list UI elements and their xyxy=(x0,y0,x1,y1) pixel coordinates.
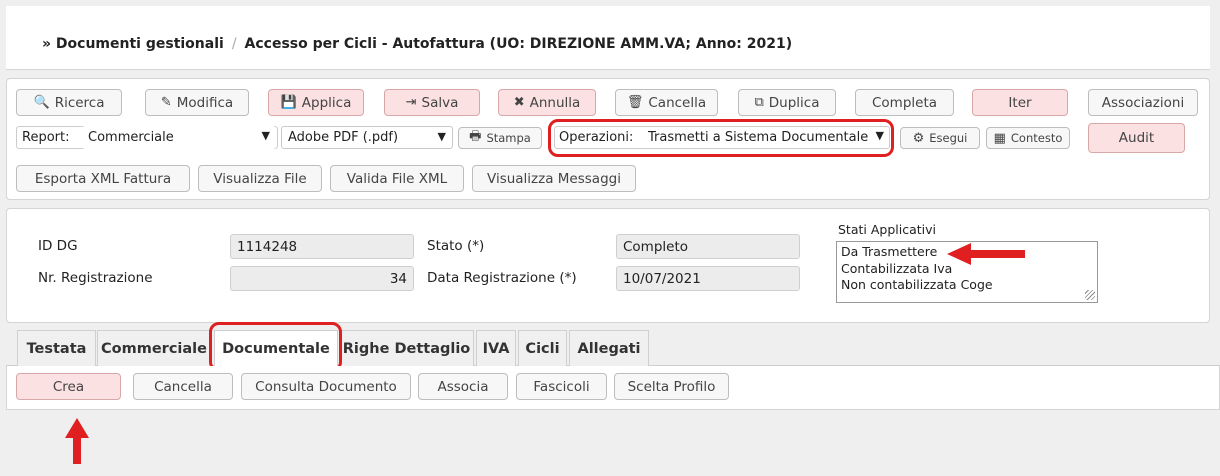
consulta-documento-button[interactable]: Consulta Documento xyxy=(241,373,411,400)
stato-label: Stato (*) xyxy=(427,238,485,254)
highlight-documentale xyxy=(209,322,342,372)
crea-button[interactable]: Crea xyxy=(16,373,121,400)
tab-testata[interactable]: Testata xyxy=(17,330,96,366)
breadcrumb: » Documenti gestionali / Accesso per Cicli… xyxy=(6,6,1210,70)
app-root: » Documenti gestionali / Accesso per Cicli… xyxy=(0,0,1220,476)
highlight-operazioni xyxy=(548,119,894,157)
nr-registrazione-field: 34 xyxy=(230,266,414,291)
modifica-button[interactable]: ✎ Modifica xyxy=(145,89,249,116)
tab-commerciale[interactable]: Commerciale xyxy=(97,330,211,366)
visualizza-file-button[interactable]: Visualizza File xyxy=(198,165,322,192)
stampa-button[interactable]: 🖶 Stampa xyxy=(458,127,542,149)
cancella-documento-button[interactable]: Cancella xyxy=(133,373,233,400)
completa-button[interactable]: Completa xyxy=(855,89,954,116)
arrow-up-icon xyxy=(65,418,89,464)
chevron-down-icon: ▼ xyxy=(261,129,270,142)
esporta-xml-button[interactable]: Esporta XML Fattura xyxy=(16,165,190,192)
audit-button[interactable]: Audit xyxy=(1088,123,1185,153)
trash-icon: 🗑 xyxy=(626,95,644,110)
valida-xml-button[interactable]: Valida File XML xyxy=(330,165,464,192)
breadcrumb-separator: / xyxy=(231,36,237,52)
pencil-icon: ✎ xyxy=(160,95,172,110)
ricerca-button[interactable]: 🔍 Ricerca xyxy=(16,89,122,116)
nr-registrazione-label: Nr. Registrazione xyxy=(38,270,153,286)
search-icon: 🔍 xyxy=(33,95,50,110)
data-registrazione-field: 10/07/2021 xyxy=(616,266,800,291)
cancel-disk-icon: ✖ xyxy=(513,95,525,110)
qr-code-icon: ▦ xyxy=(993,130,1006,146)
id-dg-label: ID DG xyxy=(38,238,78,254)
resize-grip-icon[interactable] xyxy=(1085,290,1095,300)
report-label: Report: xyxy=(22,130,70,145)
breadcrumb-parent[interactable]: » Documenti gestionali xyxy=(42,36,224,52)
arrow-left-icon xyxy=(947,243,1025,265)
tab-allegati[interactable]: Allegati xyxy=(569,330,649,366)
stati-applicativi-label: Stati Applicativi xyxy=(838,222,936,237)
duplica-button[interactable]: ⧉ Duplica xyxy=(738,89,836,116)
stato-field: Completo xyxy=(616,234,800,259)
data-registrazione-label: Data Registrazione (*) xyxy=(427,270,577,286)
associazioni-button[interactable]: Associazioni xyxy=(1088,89,1198,116)
format-select[interactable]: Adobe PDF (.pdf) ▼ xyxy=(281,126,453,149)
id-dg-field: 1114248 xyxy=(230,234,414,259)
visualizza-messaggi-button[interactable]: Visualizza Messaggi xyxy=(472,165,636,192)
fascicoli-button[interactable]: Fascicoli xyxy=(516,373,607,400)
iter-button[interactable]: Iter xyxy=(972,89,1068,116)
scelta-profilo-button[interactable]: Scelta Profilo xyxy=(614,373,729,400)
report-select[interactable]: Commerciale ▼ xyxy=(82,126,276,149)
salva-button[interactable]: ⇥ Salva xyxy=(384,89,480,116)
associa-button[interactable]: Associa xyxy=(418,373,508,400)
stato-item[interactable]: Non contabilizzata Coge xyxy=(841,277,1093,294)
contesto-button[interactable]: ▦ Contesto xyxy=(986,127,1070,149)
copy-icon: ⧉ xyxy=(754,95,764,110)
chevron-down-icon: ▼ xyxy=(437,130,446,143)
gear-icon: ⚙ xyxy=(912,130,925,146)
tab-cicli[interactable]: Cicli xyxy=(518,330,567,366)
printer-icon: 🖶 xyxy=(469,129,482,144)
save-exit-icon: ⇥ xyxy=(405,95,417,110)
breadcrumb-current: Accesso per Cicli - Autofattura (UO: DIR… xyxy=(244,36,793,52)
save-disk-icon: 💾 xyxy=(280,95,297,110)
annulla-button[interactable]: ✖ Annulla xyxy=(498,89,596,116)
cancella-button[interactable]: 🗑 Cancella xyxy=(615,89,718,116)
applica-button[interactable]: 💾 Applica xyxy=(268,89,364,116)
tab-iva[interactable]: IVA xyxy=(476,330,516,366)
tab-righe-dettaglio[interactable]: Righe Dettaglio xyxy=(339,330,474,366)
esegui-button[interactable]: ⚙ Esegui xyxy=(900,127,980,149)
